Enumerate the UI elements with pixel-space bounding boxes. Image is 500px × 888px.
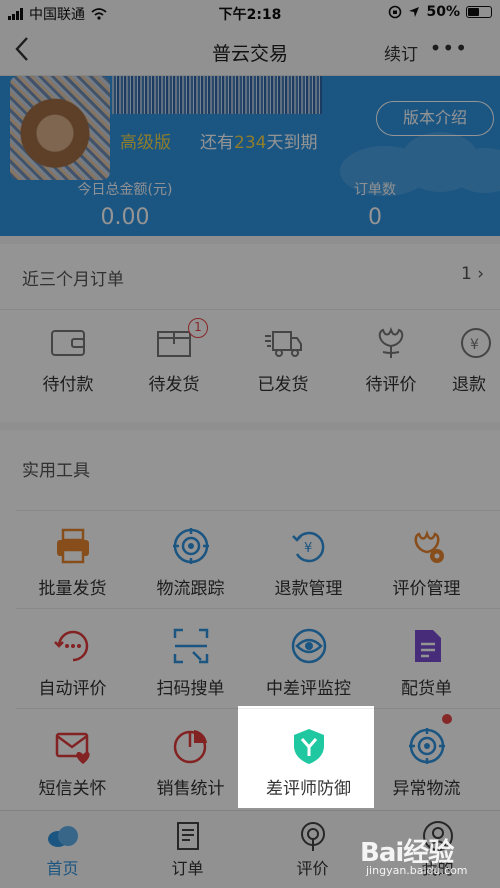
- tab-label: 订单: [171, 859, 204, 878]
- order-item-label: 待发货: [148, 375, 200, 395]
- tool-label: 差评师防御: [266, 779, 351, 799]
- pie-chart-icon: [173, 730, 207, 764]
- tool-logistics-track[interactable]: 物流跟踪: [128, 526, 253, 626]
- document-icon: [414, 630, 441, 662]
- tab-label: 我的: [421, 859, 454, 878]
- expire-days: 234: [234, 133, 267, 153]
- printer-icon: [56, 528, 89, 564]
- order-badge: 1: [188, 318, 208, 338]
- tool-picking-list[interactable]: 配货单: [364, 626, 489, 726]
- truck-icon: [265, 331, 302, 357]
- renew-button[interactable]: 续订: [384, 40, 418, 65]
- tool-review-manage[interactable]: 评价管理: [364, 526, 489, 626]
- lock-rotation-icon: [389, 5, 402, 19]
- tab-label: 评价: [296, 859, 329, 878]
- expire-suffix: 天到期: [266, 133, 318, 153]
- account-name: [112, 76, 322, 114]
- expire-prefix: 还有: [200, 133, 234, 153]
- tool-label: 扫码搜单: [156, 679, 225, 699]
- tab-orders[interactable]: 订单: [125, 819, 250, 879]
- tool-label: 物流跟踪: [156, 579, 225, 599]
- battery-icon: [466, 6, 492, 18]
- tab-home[interactable]: 首页: [0, 819, 125, 879]
- flower-icon: [378, 326, 404, 358]
- home-cloud-icon: [47, 826, 78, 847]
- tool-bad-review-monitor[interactable]: 中差评监控: [246, 626, 371, 726]
- location-icon: [409, 7, 420, 17]
- order-item-label: 退款: [452, 375, 486, 395]
- tool-label: 短信关怀: [38, 779, 107, 799]
- broadcast-icon: [300, 822, 325, 851]
- tab-label: 首页: [46, 859, 79, 878]
- tab-bar: 首页 订单 评价 我的: [0, 810, 500, 888]
- account-header: 高级版 还有234天到期 版本介绍 今日总金额(元) 0.00 订单数 0: [0, 76, 500, 236]
- divider: [16, 608, 500, 609]
- stat-order-count: 订单数 0: [275, 179, 475, 230]
- page-title: 普云交易: [211, 43, 288, 65]
- tool-label: 自动评价: [38, 679, 107, 699]
- tab-mine[interactable]: 我的: [375, 819, 500, 879]
- status-bar: 中国联通 下午2:18 50%: [0, 0, 500, 26]
- target-icon: [408, 728, 445, 764]
- order-pending-review[interactable]: 待评价: [345, 326, 437, 395]
- version-intro-button[interactable]: 版本介绍: [376, 101, 494, 136]
- stat-value: 0: [368, 205, 382, 230]
- tool-refund-manage[interactable]: ¥ 退款管理: [246, 526, 371, 626]
- account-level: 高级版: [120, 133, 171, 153]
- expire-text: 还有234天到期: [200, 128, 317, 153]
- tool-batch-ship[interactable]: 批量发货: [10, 526, 135, 626]
- tool-label: 配货单: [401, 679, 452, 699]
- order-item-label: 已发货: [257, 375, 309, 395]
- stat-total-amount: 今日总金额(元) 0.00: [25, 179, 225, 230]
- shield-icon: [293, 729, 324, 764]
- svg-text:¥: ¥: [304, 541, 312, 556]
- tools-section: 实用工具 批量发货 物流跟踪 ¥ 退款管理 评价管理 自动评价 扫码搜单 中差评…: [0, 430, 500, 810]
- avatar[interactable]: [10, 76, 110, 180]
- order-icon: [176, 822, 199, 850]
- chat-dots-icon: [53, 630, 88, 662]
- tool-label: 销售统计: [156, 779, 225, 799]
- orders-header-label: 近三个月订单: [22, 270, 124, 290]
- stat-value: 0.00: [100, 205, 150, 230]
- orders-section: 近三个月订单 1 › 待付款 1 待发货 已发货 待评价 ¥ 退款: [0, 244, 500, 422]
- battery-percent: 50%: [426, 4, 460, 20]
- nav-bar: 普云交易 续订 •••: [0, 26, 500, 76]
- tools-header: 实用工具: [22, 461, 90, 481]
- order-pending-payment[interactable]: 待付款: [22, 326, 114, 395]
- app-screen: 中国联通 下午2:18 50% 普云交易 续订 ••• 高级版 还有234天到期…: [0, 0, 500, 888]
- tool-label: 异常物流: [392, 779, 461, 799]
- refund-yuan-icon: ¥: [291, 531, 324, 563]
- eye-icon: [291, 628, 326, 664]
- order-shipped[interactable]: 已发货: [237, 326, 329, 395]
- status-right: 50%: [388, 4, 492, 20]
- stat-label: 今日总金额(元): [77, 182, 173, 198]
- orders-count: 1 ›: [460, 264, 484, 284]
- tool-auto-review[interactable]: 自动评价: [10, 626, 135, 726]
- scan-icon: [173, 628, 208, 664]
- notification-dot: [442, 714, 452, 724]
- target-icon: [172, 528, 209, 564]
- order-pending-shipment[interactable]: 1 待发货: [128, 318, 220, 395]
- tool-scan-search[interactable]: 扫码搜单: [128, 626, 253, 726]
- tool-label: 批量发货: [38, 579, 107, 599]
- divider: [16, 510, 500, 511]
- more-button[interactable]: •••: [430, 36, 468, 60]
- svg-text:¥: ¥: [470, 337, 479, 353]
- order-refund[interactable]: ¥ 退款: [452, 326, 500, 395]
- tab-reviews[interactable]: 评价: [250, 819, 375, 879]
- order-item-label: 待付款: [42, 375, 94, 395]
- gear-flower-icon: [413, 530, 444, 563]
- tool-label: 评价管理: [392, 579, 461, 599]
- user-icon: [422, 821, 453, 851]
- divider: [16, 708, 500, 709]
- refund-icon: ¥: [461, 328, 491, 358]
- order-item-label: 待评价: [365, 375, 417, 395]
- wallet-icon: [51, 330, 85, 356]
- tool-label: 中差评监控: [266, 679, 351, 699]
- mail-heart-icon: [55, 732, 90, 764]
- stat-label: 订单数: [354, 182, 396, 198]
- orders-header[interactable]: 近三个月订单 1 ›: [0, 244, 500, 310]
- tool-label: 退款管理: [274, 579, 343, 599]
